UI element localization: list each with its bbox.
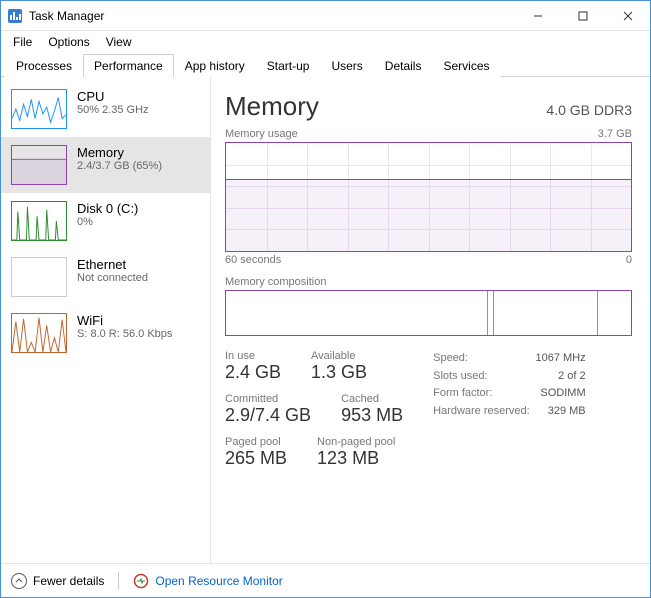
sidebar-item-ethernet[interactable]: Ethernet Not connected [1, 249, 210, 305]
close-button[interactable] [605, 1, 650, 31]
sidebar-item-sub: 50% 2.35 GHz [77, 104, 149, 116]
wifi-thumb [11, 313, 67, 353]
maximize-button[interactable] [560, 1, 605, 31]
page-title: Memory [225, 91, 319, 122]
stat-slots: Slots used:2 of 2 [433, 368, 586, 386]
main-header: Memory 4.0 GB DDR3 [225, 91, 632, 122]
footer: Fewer details Open Resource Monitor [1, 563, 650, 597]
stats-left: In use 2.4 GB Available 1.3 GB Committed… [225, 350, 403, 469]
sidebar-item-wifi[interactable]: WiFi S: 8.0 R: 56.0 Kbps [1, 305, 210, 361]
usage-line [226, 179, 631, 251]
sidebar-item-sub: Not connected [77, 272, 148, 284]
composition-label: Memory composition [225, 276, 632, 288]
stats-area: In use 2.4 GB Available 1.3 GB Committed… [225, 350, 632, 469]
fewer-details-label: Fewer details [33, 574, 104, 588]
menu-file[interactable]: File [5, 33, 40, 51]
open-resource-monitor-link[interactable]: Open Resource Monitor [133, 573, 282, 589]
memory-usage-chart[interactable] [225, 142, 632, 252]
ethernet-thumb [11, 257, 67, 297]
sidebar-item-sub: S: 8.0 R: 56.0 Kbps [77, 328, 172, 340]
sidebar-item-label: CPU [77, 89, 149, 104]
stat-available: Available 1.3 GB [311, 350, 367, 383]
sidebar-item-label: Memory [77, 145, 162, 160]
tab-services[interactable]: Services [432, 54, 500, 77]
footer-divider [118, 572, 119, 590]
time-left: 60 seconds [225, 254, 281, 266]
sidebar-item-label: Disk 0 (C:) [77, 201, 138, 216]
stat-paged: Paged pool 265 MB [225, 436, 287, 469]
tab-processes[interactable]: Processes [5, 54, 83, 77]
stat-cached: Cached 953 MB [341, 393, 403, 426]
memory-composition-chart[interactable] [225, 290, 632, 336]
memory-thumb [11, 145, 67, 185]
window-title: Task Manager [29, 9, 104, 23]
stats-right: Speed:1067 MHz Slots used:2 of 2 Form fa… [433, 350, 586, 469]
disk-thumb [11, 201, 67, 241]
app-icon [7, 8, 23, 24]
tab-startup[interactable]: Start-up [256, 54, 321, 77]
chevron-up-icon [11, 573, 27, 589]
sidebar-item-label: WiFi [77, 313, 172, 328]
comp-free [598, 291, 631, 335]
menu-options[interactable]: Options [40, 33, 97, 51]
stat-speed: Speed:1067 MHz [433, 350, 586, 368]
sidebar-item-sub: 2.4/3.7 GB (65%) [77, 160, 162, 172]
resmon-icon [133, 573, 149, 589]
usage-label: Memory usage [225, 128, 298, 140]
time-right: 0 [626, 254, 632, 266]
menu-view[interactable]: View [98, 33, 140, 51]
menubar: File Options View [1, 31, 650, 53]
task-manager-window: Task Manager File Options View Processes… [0, 0, 651, 598]
capacity-label: 4.0 GB DDR3 [546, 102, 632, 118]
minimize-button[interactable] [515, 1, 560, 31]
sidebar-item-label: Ethernet [77, 257, 148, 272]
comp-standby [494, 291, 598, 335]
tab-performance[interactable]: Performance [83, 54, 174, 77]
stat-reserved: Hardware reserved:329 MB [433, 403, 586, 421]
usage-time-axis: 60 seconds 0 [225, 254, 632, 266]
sidebar-item-disk[interactable]: Disk 0 (C:) 0% [1, 193, 210, 249]
tab-app-history[interactable]: App history [174, 54, 256, 77]
comp-inuse [226, 291, 488, 335]
usage-chart-labels: Memory usage 3.7 GB [225, 128, 632, 140]
stat-form: Form factor:SODIMM [433, 385, 586, 403]
main-panel: Memory 4.0 GB DDR3 Memory usage 3.7 GB 6… [211, 77, 650, 563]
tab-strip: Processes Performance App history Start-… [1, 53, 650, 77]
titlebar[interactable]: Task Manager [1, 1, 650, 31]
cpu-thumb [11, 89, 67, 129]
stat-nonpaged: Non-paged pool 123 MB [317, 436, 395, 469]
sidebar-item-memory[interactable]: Memory 2.4/3.7 GB (65%) [1, 137, 210, 193]
content-area: CPU 50% 2.35 GHz Memory 2.4/3.7 GB (65%) [1, 77, 650, 563]
performance-sidebar: CPU 50% 2.35 GHz Memory 2.4/3.7 GB (65%) [1, 77, 211, 563]
sidebar-item-cpu[interactable]: CPU 50% 2.35 GHz [1, 81, 210, 137]
sidebar-item-sub: 0% [77, 216, 138, 228]
tab-users[interactable]: Users [320, 54, 373, 77]
tab-details[interactable]: Details [374, 54, 433, 77]
usage-max: 3.7 GB [598, 128, 632, 140]
fewer-details-button[interactable]: Fewer details [11, 573, 104, 589]
stat-in-use: In use 2.4 GB [225, 350, 281, 383]
stat-committed: Committed 2.9/7.4 GB [225, 393, 311, 426]
resmon-label: Open Resource Monitor [155, 574, 282, 588]
